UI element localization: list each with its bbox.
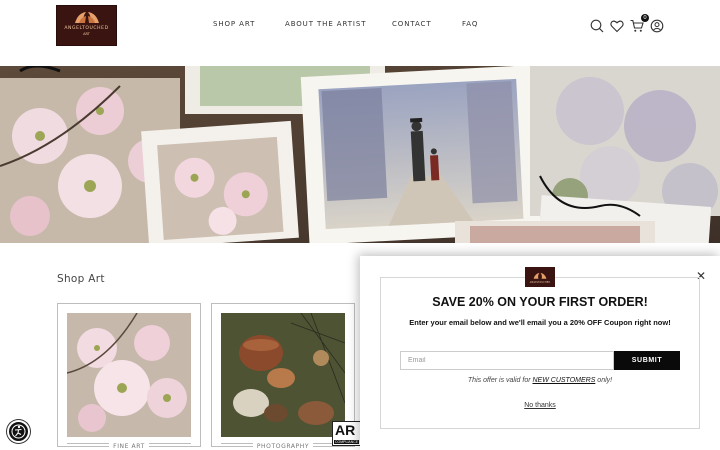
popup-logo-text: ANGELTOUCHED (529, 280, 551, 284)
ar-badge-text: AR (335, 422, 356, 438)
no-thanks-link[interactable]: No thanks (380, 402, 700, 409)
logo-wings-icon (74, 12, 99, 23)
new-customers-highlight: NEW CUSTOMERS (532, 377, 596, 384)
site-header: ANGELTOUCHED ART SHOP ART ABOUT THE ARTI… (0, 0, 720, 66)
logo-text: ANGELTOUCHED (64, 26, 109, 31)
category-card-fine-art[interactable]: FINE ART (57, 303, 201, 450)
heart-icon[interactable] (610, 18, 624, 33)
nav-item-contact[interactable]: CONTACT (392, 20, 432, 28)
popup-body-text: Enter your email below and we'll email y… (409, 318, 671, 327)
submit-button[interactable]: SUBMIT (614, 351, 680, 370)
popup-logo: ANGELTOUCHED (525, 267, 555, 287)
account-icon[interactable] (650, 18, 664, 33)
fine-art-thumbnail (67, 313, 191, 437)
search-icon[interactable] (590, 18, 604, 33)
nav-item-shop-art[interactable]: SHOP ART (213, 20, 255, 28)
nav-item-faq[interactable]: FAQ (462, 20, 478, 28)
ar-compliance-badge[interactable]: AR COMPLIANCE (332, 421, 362, 446)
email-field[interactable] (400, 351, 614, 370)
nav-item-about-the-artist[interactable]: ABOUT THE ARTIST (285, 20, 366, 28)
discount-popup: ✕ ANGELTOUCHED SAVE 20% ON YOUR FIRST OR… (360, 256, 720, 450)
ar-badge-subtext: COMPLIANCE (334, 440, 360, 444)
hero-image (0, 66, 720, 243)
popup-heading: SAVE 20% ON YOUR FIRST ORDER! (432, 295, 648, 309)
accessibility-icon[interactable] (7, 420, 30, 443)
site-logo[interactable]: ANGELTOUCHED ART (56, 5, 117, 46)
category-label-fine-art: FINE ART (58, 443, 200, 450)
cart-icon[interactable]: 0 (630, 14, 649, 32)
offer-note: This offer is valid for NEW CUSTOMERS on… (467, 377, 613, 384)
shop-art-heading: Shop Art (57, 273, 105, 285)
logo-subtext: ART (83, 32, 90, 36)
cart-count-badge: 0 (641, 14, 649, 22)
logo-wings-icon (533, 272, 547, 279)
photography-thumbnail (221, 313, 345, 437)
page: ANGELTOUCHED ART SHOP ART ABOUT THE ARTI… (0, 0, 720, 450)
